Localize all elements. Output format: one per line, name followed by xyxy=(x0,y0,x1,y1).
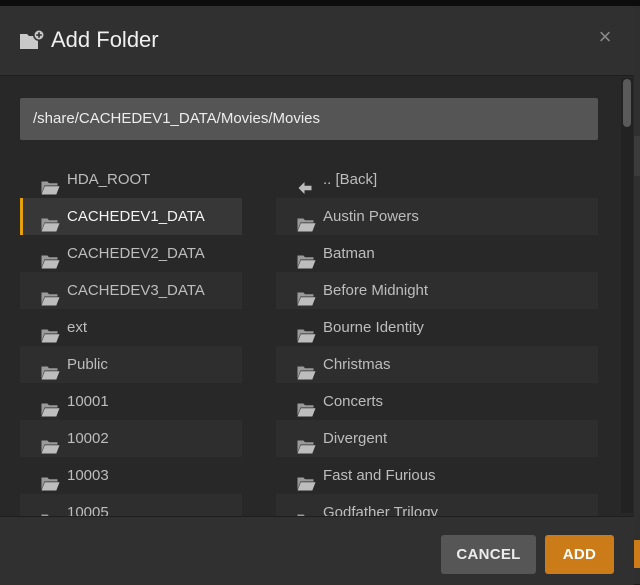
subfolder-item[interactable]: Austin Powers xyxy=(276,198,598,235)
subfolder-item[interactable]: Divergent xyxy=(276,420,598,457)
scrollbar-track[interactable] xyxy=(621,78,633,513)
folder-open-icon xyxy=(297,357,316,380)
folder-label: ext xyxy=(67,319,88,336)
root-folder-item[interactable]: HDA_ROOT xyxy=(20,161,242,198)
backdrop-chip xyxy=(634,136,640,176)
folder-open-icon xyxy=(297,320,316,343)
folder-label: 10001 xyxy=(67,393,109,410)
folder-open-icon xyxy=(297,431,316,454)
subfolder-item[interactable]: Christmas xyxy=(276,346,598,383)
dialog-header: Add Folder × xyxy=(0,6,634,76)
root-folder-item[interactable]: ext xyxy=(20,309,242,346)
folder-open-icon xyxy=(41,431,60,454)
folder-label: Austin Powers xyxy=(323,208,419,225)
subfolder-item[interactable]: Concerts xyxy=(276,383,598,420)
folder-open-icon xyxy=(297,283,316,306)
folder-path-input[interactable] xyxy=(20,98,598,140)
folder-label: HDA_ROOT xyxy=(67,171,151,188)
root-folder-item[interactable]: CACHEDEV2_DATA xyxy=(20,235,242,272)
folder-open-icon xyxy=(41,357,60,380)
root-folder-item[interactable]: CACHEDEV3_DATA xyxy=(20,272,242,309)
folder-label: .. [Back] xyxy=(323,171,378,188)
folder-open-icon xyxy=(297,394,316,417)
back-item[interactable]: .. [Back] xyxy=(276,161,598,198)
folder-label: 10003 xyxy=(67,467,109,484)
folder-open-icon xyxy=(297,246,316,269)
subfolder-item[interactable]: Fast and Furious xyxy=(276,457,598,494)
folder-label: CACHEDEV3_DATA xyxy=(67,282,205,299)
dialog-footer: CANCEL ADD xyxy=(0,516,634,585)
folder-open-icon xyxy=(297,209,316,232)
subfolder-item[interactable]: Batman xyxy=(276,235,598,272)
folder-open-icon xyxy=(41,468,60,491)
folder-open-icon xyxy=(41,394,60,417)
folder-label: CACHEDEV2_DATA xyxy=(67,245,205,262)
subfolder-item[interactable]: Before Midnight xyxy=(276,272,598,309)
root-folder-item[interactable]: CACHEDEV1_DATA xyxy=(20,198,242,235)
folder-label: Fast and Furious xyxy=(323,467,436,484)
folder-label: Christmas xyxy=(323,356,391,373)
folder-open-icon xyxy=(297,468,316,491)
folder-open-icon xyxy=(41,320,60,343)
folder-label: Before Midnight xyxy=(323,282,429,299)
subfolder-list: .. [Back] Austin Powers Batman Before Midni… xyxy=(276,161,598,531)
cancel-button[interactable]: CANCEL xyxy=(441,535,536,574)
folder-add-icon xyxy=(20,29,45,49)
folder-open-icon xyxy=(41,172,60,195)
dialog-title: Add Folder xyxy=(51,27,159,52)
folder-label: Public xyxy=(67,356,108,373)
folder-label: CACHEDEV1_DATA xyxy=(67,208,205,225)
app-backdrop-right xyxy=(634,6,640,584)
root-folder-list: HDA_ROOT CACHEDEV1_DATA CACHEDEV2_DATA CACH… xyxy=(20,161,242,531)
root-folder-item[interactable]: Public xyxy=(20,346,242,383)
folder-label: Bourne Identity xyxy=(323,319,424,336)
scrollbar-thumb[interactable] xyxy=(623,79,631,127)
folder-open-icon xyxy=(41,209,60,232)
folder-open-icon xyxy=(41,246,60,269)
backdrop-accent xyxy=(634,540,640,568)
root-folder-item[interactable]: 10001 xyxy=(20,383,242,420)
subfolder-item[interactable]: Bourne Identity xyxy=(276,309,598,346)
folder-label: Concerts xyxy=(323,393,384,410)
root-folder-item[interactable]: 10003 xyxy=(20,457,242,494)
close-icon[interactable]: × xyxy=(594,26,616,48)
add-folder-dialog: Add Folder × HDA_ROOT CACHEDEV1_DATA CACHE… xyxy=(0,6,634,585)
root-folder-item[interactable]: 10002 xyxy=(20,420,242,457)
folder-label: 10002 xyxy=(67,430,109,447)
folder-open-icon xyxy=(41,283,60,306)
folder-label: Batman xyxy=(323,245,375,262)
folder-label: Divergent xyxy=(323,430,388,447)
arrow-left-icon xyxy=(298,172,312,194)
add-button[interactable]: ADD xyxy=(545,535,614,574)
